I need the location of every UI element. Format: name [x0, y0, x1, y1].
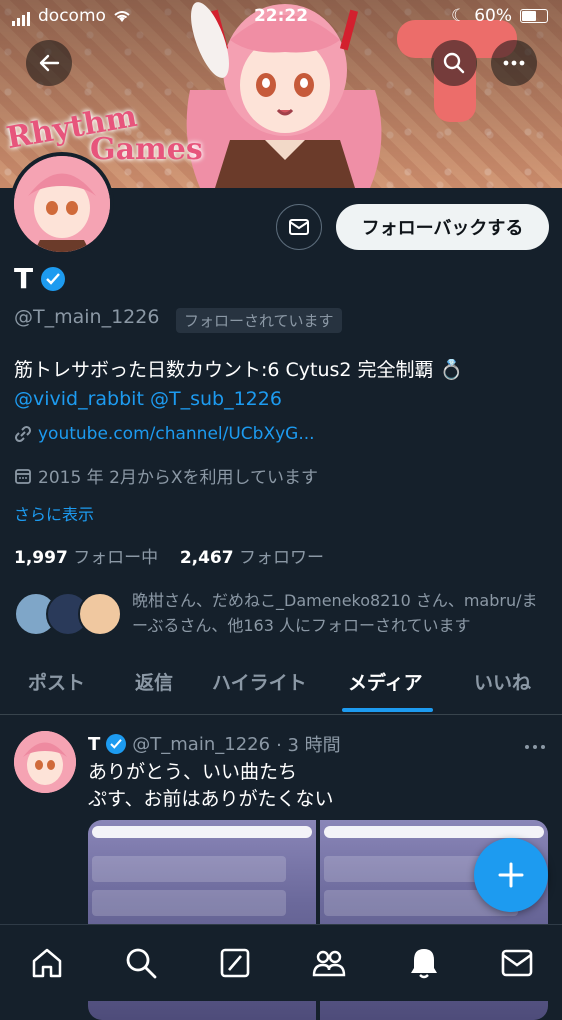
post-time: · 3 時間	[276, 735, 341, 756]
profile-avatar[interactable]	[10, 152, 114, 256]
explore-icon	[126, 948, 157, 979]
post-avatar-illustration	[14, 731, 76, 793]
mail-icon	[289, 219, 309, 235]
message-button[interactable]	[276, 204, 322, 250]
back-button[interactable]	[26, 40, 72, 86]
mutual-followers-text: 晩柑さん、だめねこ_Dameneko8210 さん、mabru/まーぶるさん、他…	[132, 591, 538, 635]
followers-count-link[interactable]: 2,467 フォロワー	[180, 548, 324, 568]
tab-posts[interactable]: ポスト	[28, 668, 85, 695]
bio-mention-link[interactable]: @T_sub_1226	[150, 388, 282, 410]
tab-likes[interactable]: いいね	[474, 668, 531, 695]
post-header: T @T_main_1226 · 3 時間	[88, 731, 341, 757]
grok-icon	[220, 948, 250, 978]
nav-notifications[interactable]	[404, 943, 444, 983]
mutual-followers[interactable]: 晩柑さん、だめねこ_Dameneko8210 さん、mabru/まーぶるさん、他…	[14, 588, 554, 638]
post-text: ありがとう、いい曲たち ぷす、お前はありがたくない	[88, 759, 333, 813]
post-more-button[interactable]	[524, 731, 546, 755]
following-count: 1,997	[14, 548, 68, 568]
bio-mention-link[interactable]: @vivid_rabbit	[14, 388, 144, 410]
more-options-button[interactable]	[491, 40, 537, 86]
following-label: フォロー中	[73, 548, 159, 568]
followers-label: フォロワー	[239, 548, 324, 568]
mutual-avatar	[78, 592, 122, 636]
communities-icon	[312, 950, 346, 977]
status-bar: docomo 22:22 ☾ 60%	[0, 0, 562, 32]
joined-date: 2015 年 2月からXを利用しています	[38, 468, 319, 488]
profile-bio: 筋トレサボった日数カウント:6 Cytus2 完全制覇 💍 @vivid_rab…	[14, 356, 554, 414]
verified-icon	[106, 734, 127, 754]
profile-name: T	[14, 262, 34, 295]
avatar-illustration	[14, 156, 110, 252]
post-author-handle: @T_main_1226	[132, 733, 271, 755]
home-icon	[32, 948, 62, 978]
follow-back-button[interactable]: フォローバックする	[336, 204, 549, 250]
search-button[interactable]	[431, 40, 477, 86]
status-right: ☾ 60%	[451, 6, 548, 26]
follows-you-badge: フォローされています	[176, 308, 342, 333]
post-author-name[interactable]: T	[88, 734, 100, 755]
bottom-navigation	[0, 924, 562, 1001]
post-text-line: ぷす、お前はありがたくない	[88, 788, 334, 810]
media-search-bar	[324, 826, 544, 838]
nav-grok[interactable]	[215, 943, 255, 983]
bio-text: 筋トレサボった日数カウント:6 Cytus2 完全制覇 💍	[14, 359, 464, 381]
joined-row: 2015 年 2月からXを利用しています	[14, 463, 318, 488]
link-icon	[14, 425, 32, 443]
messages-icon	[501, 949, 533, 977]
profile-tabs: ポスト 返信 ハイライト メディア いいね	[0, 654, 562, 715]
nav-communities[interactable]	[309, 943, 349, 983]
media-search-bar	[92, 826, 312, 838]
compose-plus-icon	[498, 862, 524, 888]
nav-messages[interactable]	[497, 943, 537, 983]
battery-icon	[520, 9, 548, 23]
follow-counts: 1,997 フォロー中 2,467 フォロワー	[14, 543, 324, 568]
following-count-link[interactable]: 1,997 フォロー中	[14, 548, 158, 568]
followers-count: 2,467	[179, 548, 234, 568]
show-more-link[interactable]: さらに表示	[14, 501, 94, 525]
banner-text-games: Games	[90, 132, 203, 167]
media-row	[92, 890, 286, 916]
tab-media[interactable]: メディア	[348, 668, 423, 695]
tab-replies[interactable]: 返信	[135, 668, 173, 695]
nav-explore[interactable]	[121, 943, 161, 983]
verified-icon[interactable]	[41, 266, 66, 291]
tab-highlights[interactable]: ハイライト	[212, 668, 307, 695]
media-row	[92, 856, 286, 882]
more-icon	[503, 60, 525, 66]
more-icon	[525, 745, 545, 749]
post-avatar[interactable]	[14, 731, 76, 793]
moon-icon: ☾	[450, 6, 467, 26]
active-tab-indicator	[342, 708, 433, 712]
profile-name-row: T	[14, 262, 66, 295]
back-arrow-icon	[39, 54, 60, 72]
post-text-line: ありがとう、いい曲たち	[88, 761, 298, 783]
profile-handle: @T_main_1226	[14, 306, 160, 328]
calendar-icon	[15, 468, 31, 484]
website-link[interactable]: youtube.com/channel/UCbXyG...	[38, 424, 315, 444]
bio-mentions: @vivid_rabbit @T_sub_1226	[14, 385, 554, 414]
website-row: youtube.com/channel/UCbXyG...	[14, 424, 315, 444]
search-icon	[443, 52, 465, 74]
notifications-icon	[411, 949, 437, 979]
battery-percent: 60%	[474, 6, 512, 26]
nav-home[interactable]	[27, 943, 67, 983]
compose-button[interactable]	[474, 838, 548, 912]
